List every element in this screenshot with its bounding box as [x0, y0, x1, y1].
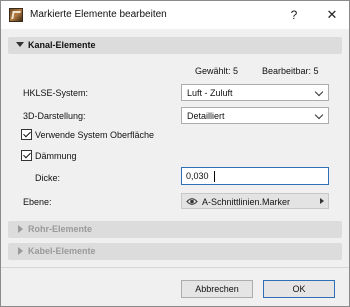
collapse-triangle-icon	[16, 42, 24, 47]
chevron-down-icon	[314, 110, 324, 120]
title-bar: Markierte Elemente bearbeiten ? ✕	[1, 1, 349, 29]
footer-divider	[1, 267, 349, 268]
chevron-down-icon	[314, 87, 324, 97]
thickness-label: Dicke:	[35, 173, 61, 183]
eye-icon	[186, 198, 198, 205]
expand-triangle-icon	[18, 247, 23, 255]
3d-darstellung-label: 3D-Darstellung:	[23, 111, 86, 121]
layer-picker[interactable]: A-Schnittlinien.Marker	[181, 193, 329, 209]
section-header-rohr[interactable]: Rohr-Elemente	[8, 221, 342, 238]
close-button[interactable]: ✕	[323, 6, 341, 24]
3d-darstellung-select[interactable]: Detailliert	[181, 107, 329, 124]
use-system-surface-checkbox[interactable]	[21, 129, 32, 140]
section-header-kanal[interactable]: Kanal-Elemente	[8, 37, 342, 54]
section-label-rohr: Rohr-Elemente	[28, 224, 93, 234]
insulation-label: Dämmung	[35, 151, 77, 161]
use-system-surface-label: Verwende System Oberfläche	[35, 130, 155, 140]
arrow-right-icon	[320, 198, 324, 204]
help-button[interactable]: ?	[285, 6, 303, 24]
section-label-kabel: Kabel-Elemente	[28, 246, 96, 256]
3d-darstellung-value: Detailliert	[187, 111, 225, 121]
insulation-checkbox[interactable]	[21, 150, 32, 161]
hklse-system-value: Luft - Zuluft	[187, 88, 233, 98]
text-caret	[214, 171, 215, 182]
window-title: Markierte Elemente bearbeiten	[30, 9, 167, 20]
edit-selected-elements-dialog: Markierte Elemente bearbeiten ? ✕ Kanal-…	[0, 0, 350, 307]
app-icon	[9, 8, 23, 22]
layer-value: A-Schnittlinien.Marker	[202, 197, 291, 207]
section-header-kabel[interactable]: Kabel-Elemente	[8, 243, 342, 260]
expand-triangle-icon	[18, 225, 23, 233]
thickness-value: 0,030	[186, 171, 209, 181]
hklse-system-label: HKLSE-System:	[23, 88, 89, 98]
editable-count: Bearbeitbar: 5	[262, 66, 319, 76]
layer-label: Ebene:	[23, 197, 52, 207]
ok-button[interactable]: OK	[263, 280, 335, 298]
selected-count: Gewählt: 5	[195, 66, 239, 76]
cancel-button[interactable]: Abbrechen	[181, 280, 253, 298]
hklse-system-select[interactable]: Luft - Zuluft	[181, 84, 329, 101]
section-label-kanal: Kanal-Elemente	[28, 40, 96, 50]
thickness-input[interactable]: 0,030	[181, 167, 329, 185]
